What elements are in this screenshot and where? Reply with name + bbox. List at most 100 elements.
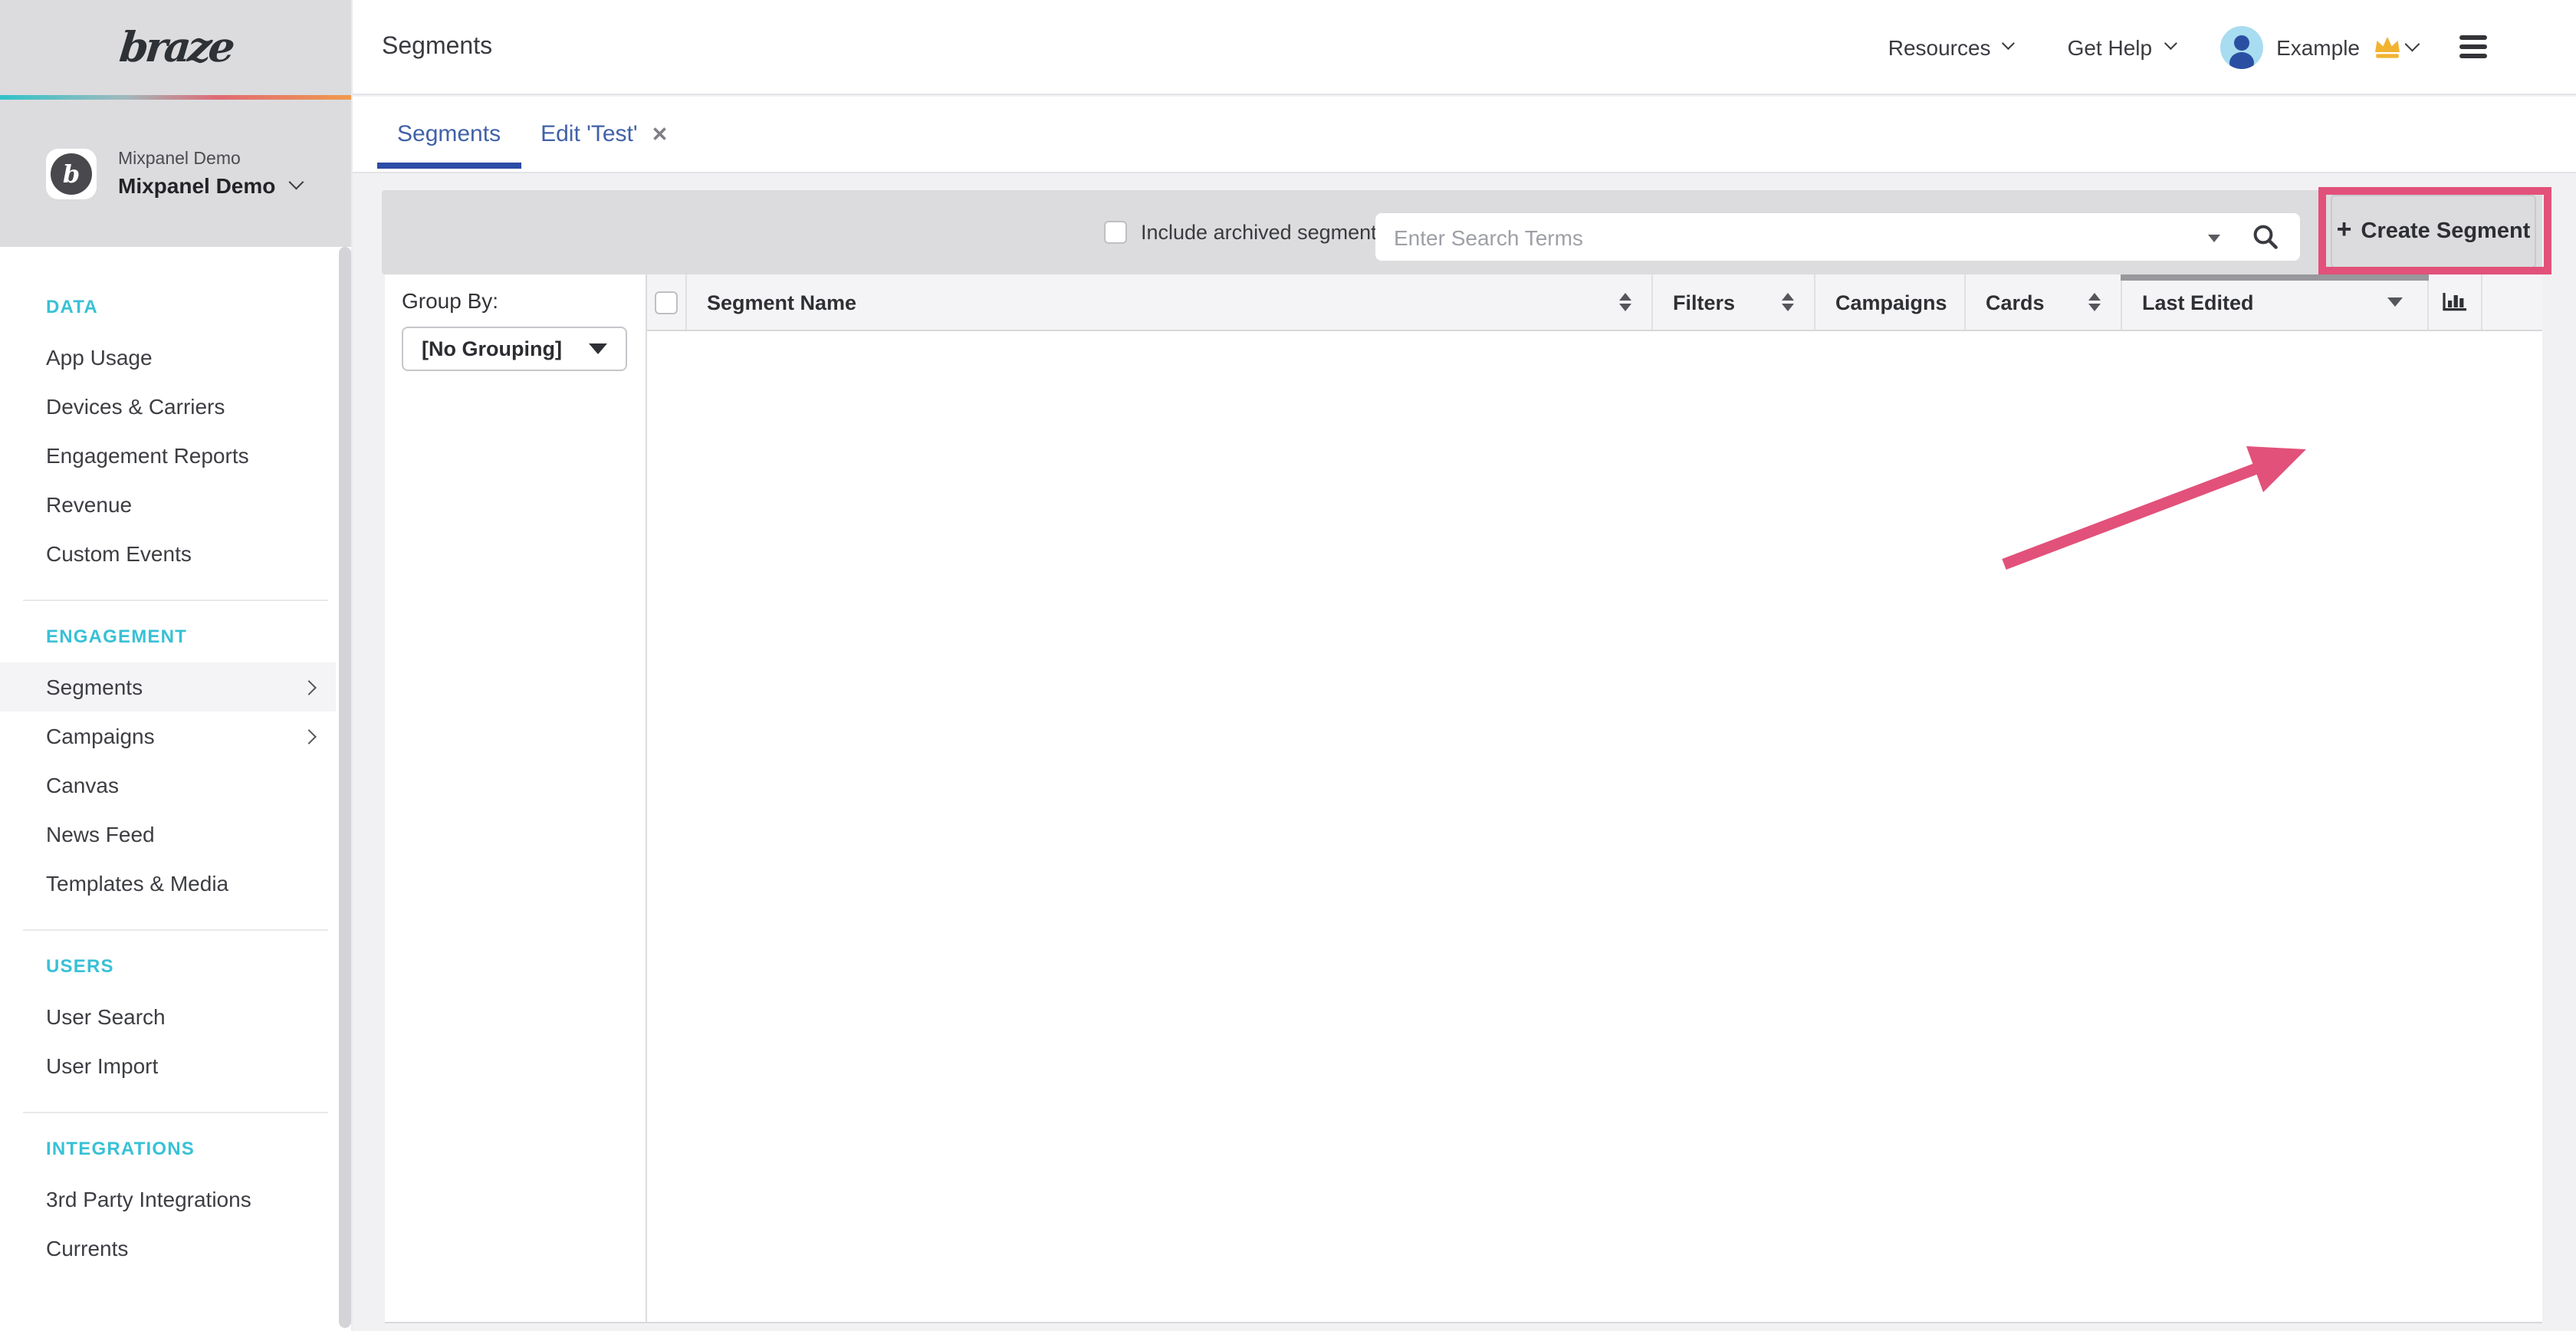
column-header-label: Last Edited [2142,291,2254,314]
sidebar-item-campaigns[interactable]: Campaigns [0,712,336,761]
sidebar-item-label: Campaigns [46,724,155,748]
chevron-right-icon [301,728,317,744]
search-icon[interactable] [2252,224,2279,258]
sidebar-item-label: Canvas [46,773,119,797]
column-header-label: Cards [1986,291,2045,314]
sidebar-section-header: ENGAGEMENT [0,601,351,662]
braze-segments-page: braze b Mixpanel Demo Mixpanel Demo DATA… [0,0,2576,1331]
workspace-avatar-letter: b [51,153,92,194]
include-archived-label: Include archived segments [1141,221,1387,244]
workspace-app-name: Mixpanel Demo [118,173,275,197]
crown-icon [2372,34,2403,60]
sidebar-item-currents[interactable]: Currents [0,1224,336,1273]
create-segment-label: Create Segment [2361,219,2531,244]
segment-search [1375,213,2300,261]
sidebar-item-label: Custom Events [46,541,192,566]
tab-segments[interactable]: Segments [377,97,521,172]
search-input[interactable] [1375,213,2300,261]
sidebar-section-header: INTEGRATIONS [0,1113,351,1175]
sidebar-item-custom-events[interactable]: Custom Events [0,529,336,578]
sidebar-item-label: Devices & Carriers [46,394,225,419]
plus-icon: + [2337,215,2352,245]
group-by-panel: Group By: [No Grouping] [385,274,647,1323]
sidebar-item-3rd-party-integrations[interactable]: 3rd Party Integrations [0,1175,336,1224]
column-header-label: Segment Name [707,291,856,314]
tab-label: Segments [397,121,501,147]
chevron-down-icon [2002,37,2015,50]
top-bar-right: Resources Get Help [1888,25,2576,68]
sidebar-item-news-feed[interactable]: News Feed [0,810,336,859]
content-area: Include archived segments + Create Segme… [353,175,2576,1331]
tab-edit-test[interactable]: Edit 'Test' ✕ [521,97,688,172]
select-all-checkbox[interactable] [655,291,678,314]
chevron-down-icon[interactable] [2405,36,2420,51]
workspace-labels: Mixpanel Demo Mixpanel Demo [118,150,300,197]
segments-toolbar: Include archived segments [382,190,2542,274]
sidebar-scrollbar[interactable] [339,247,351,1328]
sort-arrows-icon[interactable] [1782,293,1794,311]
table-header-chart-cell[interactable] [2429,274,2482,330]
sidebar-item-label: User Import [46,1053,158,1078]
bar-chart-icon [2443,289,2467,315]
workspace-avatar: b [46,148,97,199]
get-help-menu[interactable]: Get Help [2068,35,2174,59]
sidebar-item-canvas[interactable]: Canvas [0,761,336,810]
sort-desc-caret-icon[interactable] [2387,297,2403,307]
include-archived-checkbox[interactable] [1104,221,1127,244]
column-header-label: Filters [1673,291,1735,314]
sidebar-item-user-import[interactable]: User Import [0,1041,336,1090]
sidebar-item-label: 3rd Party Integrations [46,1187,251,1211]
sidebar-item-app-usage[interactable]: App Usage [0,333,336,382]
table-header-checkbox-cell [647,274,687,330]
column-header-last-edited[interactable]: Last Edited [2122,274,2429,330]
workspace-company-name: Mixpanel Demo [118,150,300,168]
table-body [647,331,2542,1322]
column-header-cards[interactable]: Cards [1966,274,2122,330]
page-title: Segments [382,33,492,61]
create-segment-button[interactable]: + Create Segment [2331,195,2536,268]
resources-menu[interactable]: Resources [1888,35,2013,59]
segments-table: Segment Name Filters Campaigns Cards Last Ed… [647,274,2542,1323]
close-icon[interactable]: ✕ [652,123,669,147]
sidebar-item-label: News Feed [46,822,155,846]
user-avatar-icon[interactable] [2220,25,2262,68]
workspace-selector[interactable]: b Mixpanel Demo Mixpanel Demo [0,100,351,247]
hamburger-menu-icon[interactable] [2459,35,2487,58]
logo-block: braze [0,0,351,95]
sidebar-item-label: Segments [46,675,143,699]
column-header-segment-name[interactable]: Segment Name [687,274,1653,330]
sidebar-item-label: Revenue [46,492,132,517]
group-by-value: [No Grouping] [422,337,562,360]
tab-label: Edit 'Test' [540,121,638,147]
sidebar-item-segments[interactable]: Segments [0,662,336,712]
search-dropdown-caret-icon[interactable] [2208,235,2220,242]
sidebar-item-engagement-reports[interactable]: Engagement Reports [0,431,336,480]
sidebar-item-templates-media[interactable]: Templates & Media [0,859,336,908]
group-by-dropdown[interactable]: [No Grouping] [402,327,627,371]
column-header-filters[interactable]: Filters [1653,274,1815,330]
sort-arrows-icon[interactable] [2088,293,2101,311]
sidebar-item-label: Templates & Media [46,871,228,896]
sidebar-item-user-search[interactable]: User Search [0,992,336,1041]
chevron-down-icon [288,174,304,189]
get-help-label: Get Help [2068,35,2153,59]
account-name[interactable]: Example [2276,35,2360,59]
sidebar-item-label: Currents [46,1236,128,1260]
group-by-label: Group By: [402,288,498,313]
column-header-campaigns[interactable]: Campaigns [1815,274,1966,330]
sidebar-section-data: DATA App Usage Devices & Carriers Engagemen… [0,271,351,596]
archived-filter: Include archived segments [1104,190,1387,274]
sidebar-item-label: Engagement Reports [46,443,249,468]
sort-arrows-icon[interactable] [1619,293,1631,311]
sidebar-item-label: App Usage [46,345,153,370]
sidebar-section-header: USERS [0,931,351,992]
sidebar-item-devices-carriers[interactable]: Devices & Carriers [0,382,336,431]
sidebar-section-header: DATA [0,271,351,333]
sidebar-item-revenue[interactable]: Revenue [0,480,336,529]
main-area: Segments Resources Get Help [353,0,2576,1331]
sidebar: braze b Mixpanel Demo Mixpanel Demo DATA… [0,0,353,1331]
braze-logo[interactable]: braze [117,24,235,71]
table-header-row: Segment Name Filters Campaigns Cards Last Ed… [647,274,2542,331]
column-header-label: Campaigns [1835,291,1947,314]
dropdown-caret-icon [589,343,607,354]
